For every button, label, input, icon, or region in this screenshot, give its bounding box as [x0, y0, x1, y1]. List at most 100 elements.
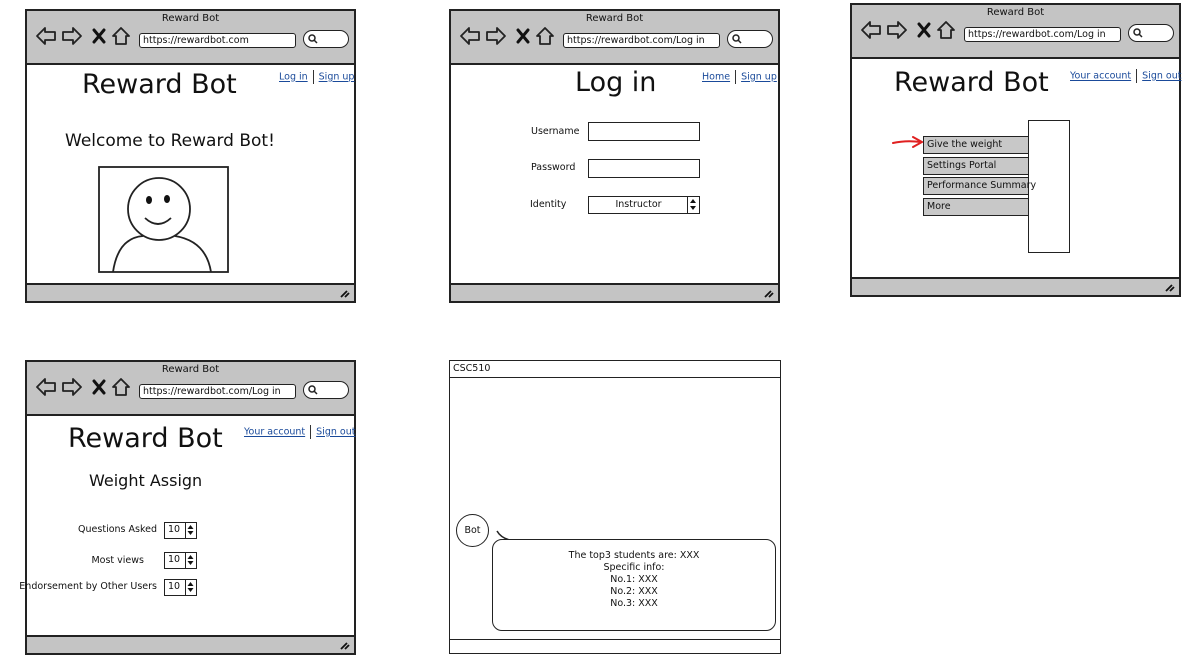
welcome-text: Welcome to Reward Bot!: [65, 131, 275, 151]
spinner-arrows-icon[interactable]: [185, 580, 196, 595]
home-link[interactable]: Home: [702, 72, 730, 83]
identity-value: Instructor: [615, 199, 662, 210]
identity-select[interactable]: Instructor: [588, 196, 700, 214]
chat-input-bar[interactable]: [450, 639, 780, 653]
weights-window: Reward Bot https://rewardbot.com/Log in …: [19, 360, 356, 655]
message-line: The top3 students are: XXX: [568, 550, 700, 561]
message-line: No.3: XXX: [610, 598, 658, 609]
window-title: Reward Bot: [161, 13, 220, 24]
url-bar[interactable]: https://rewardbot.com/Log in: [563, 33, 720, 48]
nav-links: Home Sign up: [702, 70, 777, 84]
signup-link[interactable]: Sign up: [741, 72, 777, 83]
forward-icon[interactable]: [61, 26, 83, 46]
back-icon[interactable]: [35, 26, 57, 46]
menu-item-give-weight[interactable]: Give the weight: [923, 136, 1029, 154]
home-icon[interactable]: [936, 20, 956, 40]
forward-icon[interactable]: [61, 377, 83, 397]
your-account-link[interactable]: Your account: [244, 427, 305, 438]
weight-label: Questions Asked: [78, 524, 157, 535]
resize-grip-icon[interactable]: [338, 288, 350, 298]
signout-link[interactable]: Sign out: [316, 427, 355, 438]
close-icon[interactable]: [91, 26, 107, 46]
signout-link[interactable]: Sign out: [1142, 71, 1181, 82]
link-divider: [310, 425, 312, 439]
bot-message-bubble: The top3 students are: XXX Specific info…: [492, 539, 776, 631]
status-bar: [852, 277, 1179, 295]
page-title: Log in: [575, 67, 657, 98]
browser-chrome: Reward Bot https://rewardbot.com: [27, 11, 354, 65]
status-bar: [27, 283, 354, 301]
password-input[interactable]: [588, 159, 700, 178]
message-line: No.2: XXX: [610, 586, 658, 597]
weight-value: 10: [168, 581, 181, 592]
url-bar[interactable]: https://rewardbot.com/Log in: [139, 384, 296, 399]
home-icon[interactable]: [535, 26, 555, 46]
pointer-arrow-icon: [892, 136, 924, 148]
search-box[interactable]: [303, 381, 349, 399]
back-icon[interactable]: [459, 26, 481, 46]
close-icon[interactable]: [515, 26, 531, 46]
menu-item-performance-summary[interactable]: Performance Summary: [923, 177, 1036, 195]
window-title: Reward Bot: [986, 7, 1045, 18]
brand-title: Reward Bot: [68, 423, 223, 454]
back-icon[interactable]: [35, 377, 57, 397]
chat-window: CSC510 Bot The top3 students are: XXX Sp…: [449, 360, 781, 654]
search-box[interactable]: [303, 30, 349, 48]
weight-value: 10: [168, 554, 181, 565]
home-icon[interactable]: [111, 377, 131, 397]
weight-label: Endorsement by Other Users: [19, 581, 157, 592]
bot-avatar: Bot: [456, 514, 489, 547]
search-icon: [308, 34, 318, 44]
resize-grip-icon[interactable]: [762, 288, 774, 298]
section-heading: Weight Assign: [89, 471, 203, 490]
account-links: Your account Sign out: [1070, 69, 1181, 83]
spinner-arrows-icon[interactable]: [185, 523, 196, 538]
window-title: Reward Bot: [585, 13, 644, 24]
status-bar: [27, 635, 354, 653]
bot-message: The top3 students are: XXX Specific info…: [493, 550, 775, 610]
message-line: Specific info:: [603, 562, 665, 573]
link-divider: [735, 70, 737, 84]
login-link[interactable]: Log in: [279, 72, 308, 83]
close-icon[interactable]: [91, 377, 107, 397]
link-divider: [312, 70, 314, 84]
browser-chrome: Reward Bot https://rewardbot.com/Log in: [27, 362, 354, 416]
url-bar[interactable]: https://rewardbot.com/Log in: [964, 27, 1121, 42]
brand-title: Reward Bot: [82, 69, 237, 100]
menu-item-settings-portal[interactable]: Settings Portal: [923, 157, 1029, 175]
search-box[interactable]: [1128, 24, 1174, 42]
search-box[interactable]: [727, 30, 773, 48]
status-bar: [451, 283, 778, 301]
link-divider: [1136, 69, 1138, 83]
password-label: Password: [531, 162, 576, 173]
spinner-arrows-icon[interactable]: [687, 197, 699, 213]
resize-grip-icon[interactable]: [338, 640, 350, 650]
chat-title: CSC510: [450, 361, 780, 378]
auth-links: Log in Sign up: [279, 70, 354, 84]
weight-stepper[interactable]: 10: [164, 579, 197, 596]
home-icon[interactable]: [111, 26, 131, 46]
window-title: Reward Bot: [161, 364, 220, 375]
forward-icon[interactable]: [886, 20, 908, 40]
signup-link[interactable]: Sign up: [319, 72, 355, 83]
weight-stepper[interactable]: 10: [164, 552, 197, 569]
your-account-link[interactable]: Your account: [1070, 71, 1131, 82]
weight-value: 10: [168, 524, 181, 535]
weight-label: Most views: [91, 555, 144, 566]
user-avatar-icon: [98, 166, 229, 273]
message-line: No.1: XXX: [610, 574, 658, 585]
account-links: Your account Sign out: [244, 425, 355, 439]
username-input[interactable]: [588, 122, 700, 141]
close-icon[interactable]: [916, 20, 932, 40]
resize-grip-icon[interactable]: [1163, 282, 1175, 292]
brand-title: Reward Bot: [894, 67, 1049, 98]
login-window: Reward Bot https://rewardbot.com/Log in …: [449, 9, 780, 303]
forward-icon[interactable]: [485, 26, 507, 46]
weight-stepper[interactable]: 10: [164, 522, 197, 539]
back-icon[interactable]: [860, 20, 882, 40]
spinner-arrows-icon[interactable]: [185, 553, 196, 568]
search-icon: [1133, 28, 1143, 38]
menu-item-more[interactable]: More: [923, 198, 1029, 216]
search-icon: [308, 385, 318, 395]
url-bar[interactable]: https://rewardbot.com: [139, 33, 296, 48]
